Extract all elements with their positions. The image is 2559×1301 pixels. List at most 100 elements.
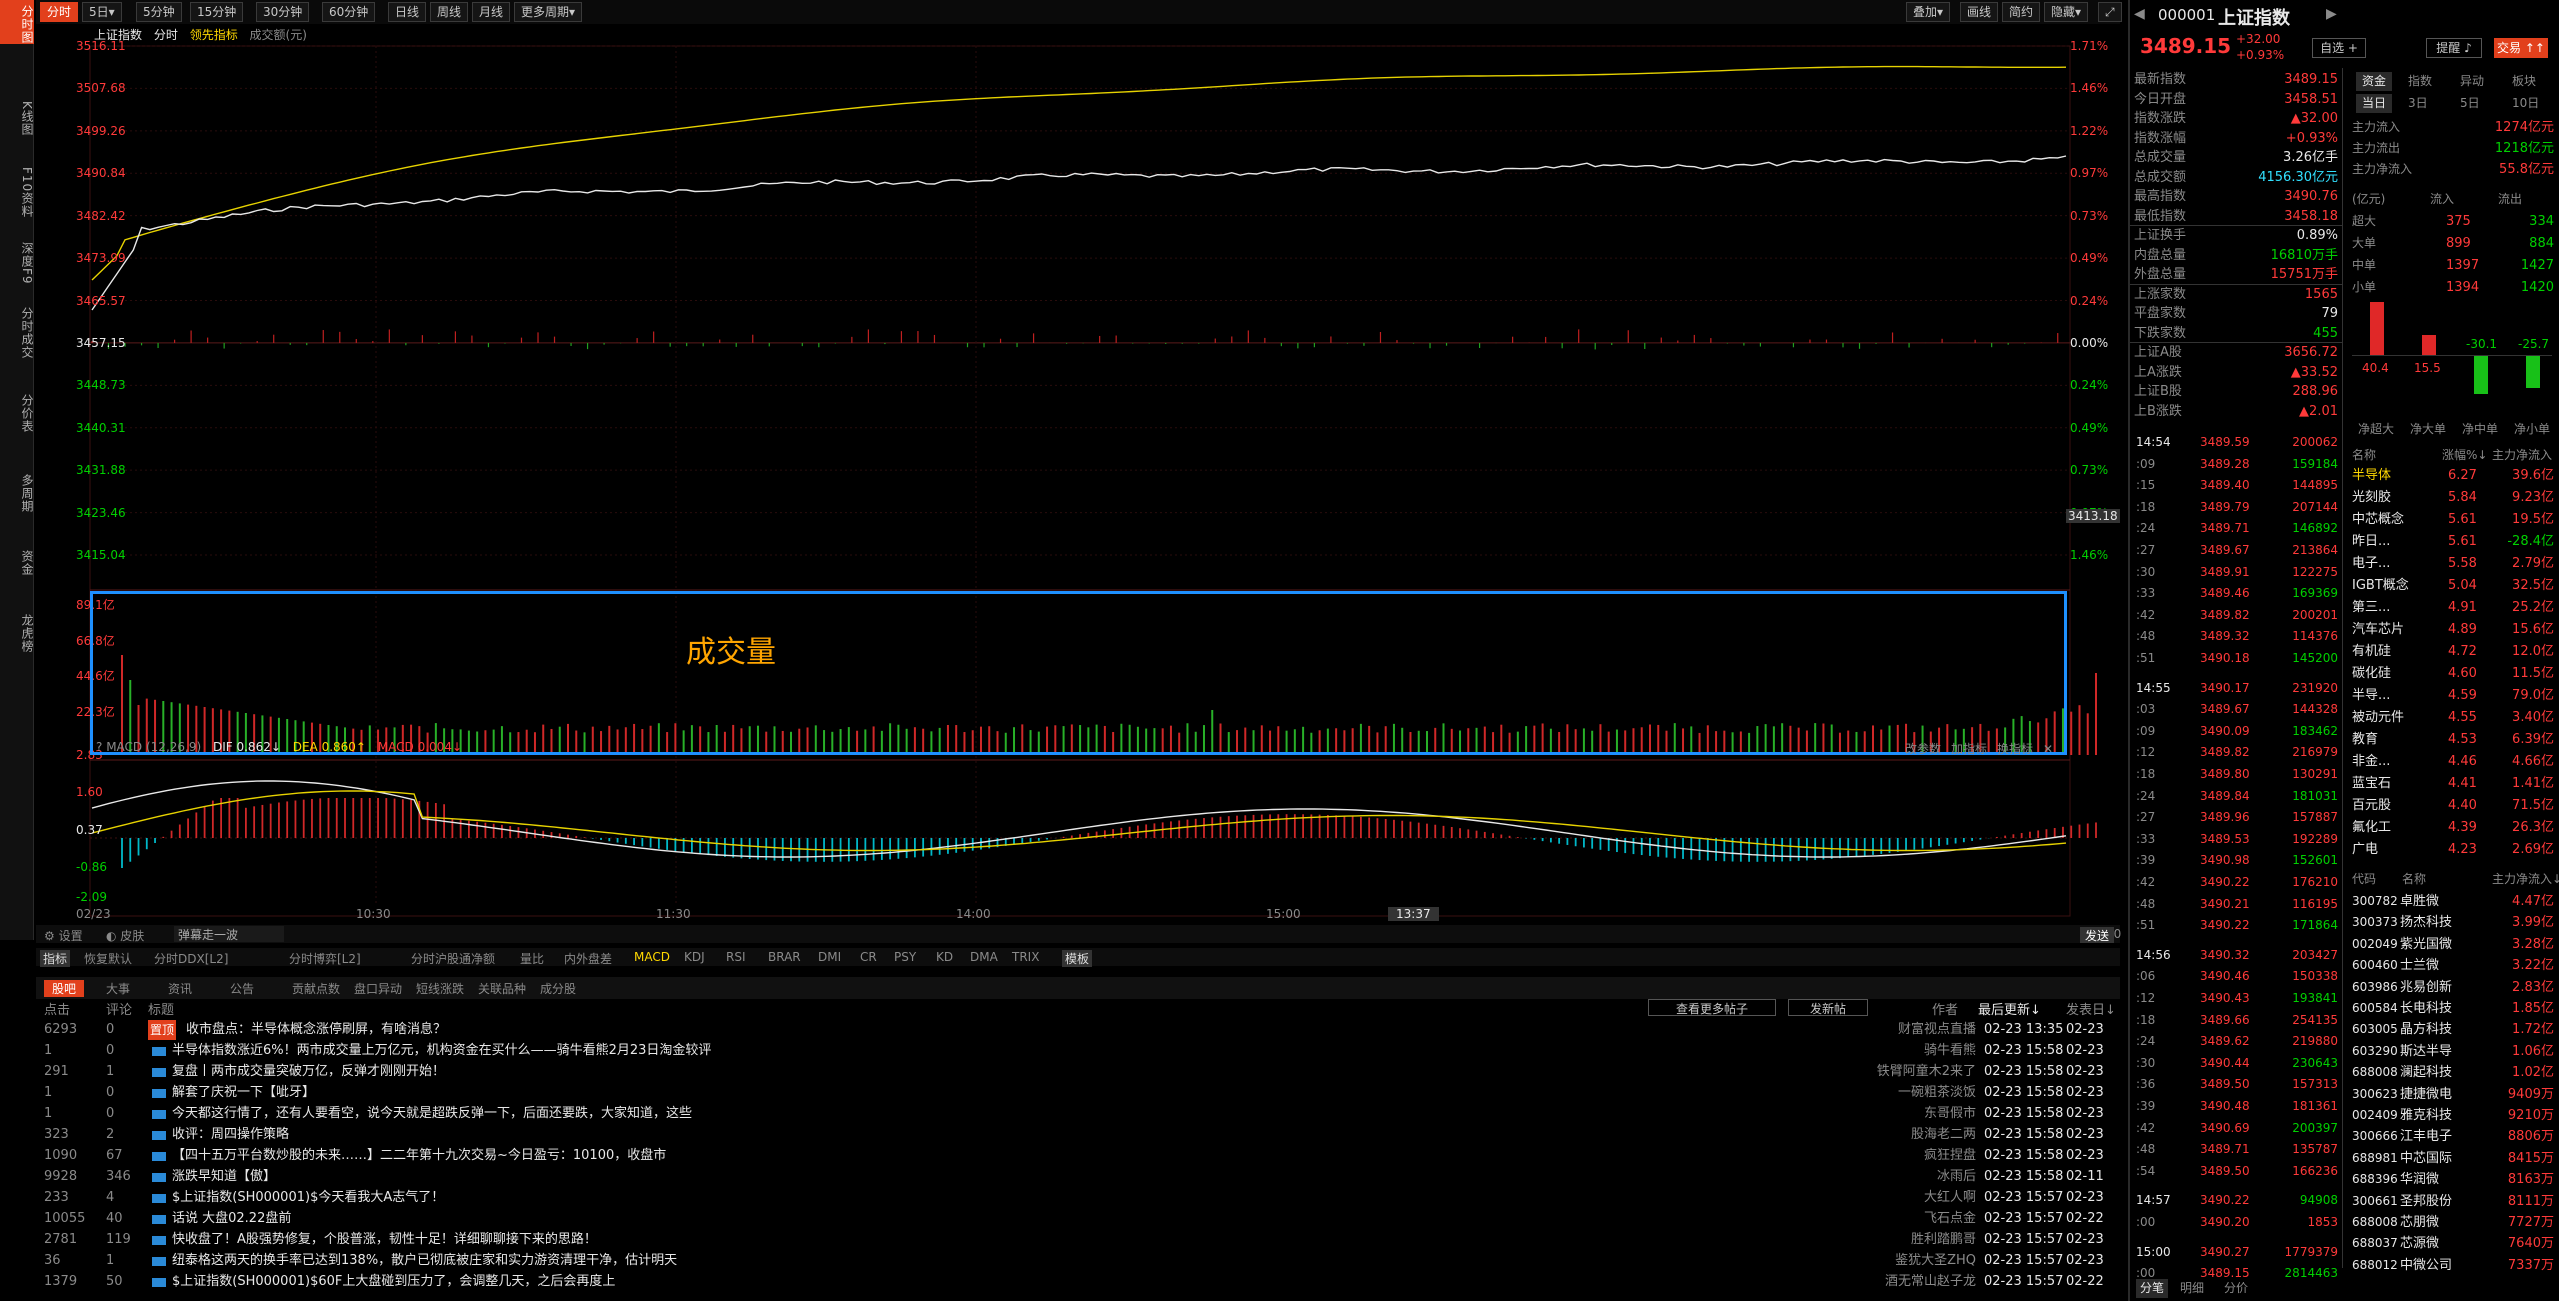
indicator-tab-9[interactable]: RSI: [726, 950, 746, 964]
news-col-date[interactable]: 发表日↓: [2066, 999, 2116, 1018]
news-row[interactable]: 1090 67 【四十五万平台数炒股的未来……】二二年第十九次交易~今日盈亏：10…: [36, 1146, 2120, 1166]
stock-name[interactable]: 卓胜微: [2400, 892, 2439, 911]
stock-code[interactable]: 300666: [2352, 1127, 2398, 1146]
indicator-tab-14[interactable]: KD: [936, 950, 953, 964]
news-author[interactable]: 酒无常山赵子龙: [1826, 1272, 1976, 1292]
sector-name[interactable]: IGBT概念: [2352, 576, 2409, 595]
next-arrow-icon[interactable]: ▶: [2326, 6, 2337, 22]
sector-name[interactable]: 半导...: [2352, 686, 2390, 705]
fund-tab-0[interactable]: 资金: [2356, 72, 2393, 91]
news-author[interactable]: 疯狂捏盘: [1826, 1146, 1976, 1166]
news-author[interactable]: 鉴犹大圣ZHQ: [1826, 1251, 1976, 1271]
stock-name[interactable]: 华润微: [2400, 1170, 2439, 1189]
news-row[interactable]: 1379 50 $上证指数(SH000001)$60F上大盘碰到压力了，会调整几天…: [36, 1272, 2120, 1292]
news-author[interactable]: 财富视点直播: [1826, 1020, 1976, 1040]
stock-name[interactable]: 中微公司: [2400, 1256, 2452, 1275]
sector-name[interactable]: 广电: [2352, 840, 2378, 859]
stock-code[interactable]: 688008: [2352, 1213, 2398, 1232]
news-title[interactable]: 【四十五万平台数炒股的未来……】二二年第十九次交易~今日盈亏：10100，收盘市: [172, 1146, 666, 1166]
indicator-tab-2[interactable]: 分时DDX[L2]: [154, 950, 228, 967]
news-title[interactable]: 涨跌早知道【傲】: [172, 1167, 276, 1187]
stock-code[interactable]: 688396: [2352, 1170, 2398, 1189]
stock-name[interactable]: 圣邦股份: [2400, 1192, 2452, 1211]
left-nav-8[interactable]: 龙虎榜: [0, 600, 34, 662]
sector-name[interactable]: 非金...: [2352, 752, 2390, 771]
news-row[interactable]: 9928 346 涨跌早知道【傲】 冰雨后 02-23 15:58 02-11: [36, 1167, 2120, 1187]
news-row[interactable]: 1 0 今天都这行情了，还有人要看空，说今天就是超跌反弹一下，后面还要跌，大家知道…: [36, 1104, 2120, 1124]
indicator-tab-12[interactable]: CR: [860, 950, 877, 964]
indicator-tab-15[interactable]: DMA: [970, 950, 998, 964]
indicator-tab-17[interactable]: 模板: [1062, 950, 1093, 967]
send-button[interactable]: 发送: [2080, 927, 2114, 943]
stock-code[interactable]: 002049: [2352, 935, 2398, 954]
stock-name[interactable]: 扬杰科技: [2400, 913, 2452, 932]
left-nav-1[interactable]: K线图: [0, 85, 34, 147]
news-tab-4[interactable]: 贡献点数: [292, 980, 340, 997]
macd-tool-2[interactable]: 换指标: [1997, 742, 2033, 756]
left-nav-4[interactable]: 分时成交: [0, 300, 34, 362]
stock-name[interactable]: 芯朋微: [2400, 1213, 2439, 1232]
fund-subtab-2[interactable]: 5日: [2460, 94, 2480, 113]
add-watchlist-button[interactable]: 自选 +: [2312, 38, 2366, 58]
sector-name[interactable]: 第三...: [2352, 598, 2390, 617]
news-tab-6[interactable]: 短线涨跌: [416, 980, 464, 997]
stock-code[interactable]: 688012: [2352, 1256, 2398, 1275]
news-row[interactable]: 10055 40 话说 大盘02.22盘前 飞石点金 02-23 15:57 02-22: [36, 1209, 2120, 1229]
sector-name[interactable]: 半导体: [2352, 466, 2391, 485]
left-nav-0[interactable]: 分时图: [0, 0, 34, 44]
indicator-tab-6[interactable]: 内外盘差: [564, 950, 612, 967]
macd-close-icon[interactable]: ✕: [2043, 742, 2053, 756]
news-row[interactable]: 6293 0 置顶 收市盘点：半导体概念涨停刷屏，有啥消息？ 财富视点直播 02-23 1…: [36, 1020, 2120, 1040]
tick-tab-2[interactable]: 分价: [2224, 1279, 2248, 1298]
stock-code[interactable]: 603986: [2352, 978, 2398, 997]
stock-name[interactable]: 晶方科技: [2400, 1020, 2452, 1039]
news-title[interactable]: 今天都这行情了，还有人要看空，说今天就是超跌反弹一下，后面还要跌，大家知道，这些: [172, 1104, 692, 1124]
indicator-tab-10[interactable]: BRAR: [768, 950, 801, 964]
macd-tool-1[interactable]: 加指标: [1951, 742, 1987, 756]
stock-name[interactable]: 芯源微: [2400, 1234, 2439, 1253]
sector-name[interactable]: 氟化工: [2352, 818, 2391, 837]
stock-code[interactable]: 300782: [2352, 892, 2398, 911]
fund-subtab-1[interactable]: 3日: [2408, 94, 2428, 113]
news-col-last[interactable]: 最后更新↓: [1978, 999, 2041, 1018]
stock-name[interactable]: 紫光国微: [2400, 935, 2452, 954]
left-nav-7[interactable]: 资金: [0, 530, 34, 592]
stock-code[interactable]: 603290: [2352, 1042, 2398, 1061]
news-tab-5[interactable]: 盘口异动: [354, 980, 402, 997]
news-author[interactable]: 冰雨后: [1826, 1167, 1976, 1187]
news-title[interactable]: 解套了庆祝一下【呲牙】: [172, 1083, 315, 1103]
left-nav-3[interactable]: 深度F9: [0, 230, 34, 292]
stock-code[interactable]: 688008: [2352, 1063, 2398, 1082]
stock-code[interactable]: 300623: [2352, 1085, 2398, 1104]
news-row[interactable]: 2781 119 快收盘了！A股强势修复，个股普涨，韧性十足！详细聊聊接下来的思路…: [36, 1230, 2120, 1250]
news-title[interactable]: 纽泰格这两天的换手率已达到138%，散户已彻底被庄家和实力游资清理干净，估计明天: [172, 1251, 677, 1271]
stock-name[interactable]: 长电科技: [2400, 999, 2452, 1018]
news-author[interactable]: 大红人啊: [1826, 1188, 1976, 1208]
news-tab-0[interactable]: 股吧: [44, 980, 85, 997]
news-author[interactable]: 骑牛看熊: [1826, 1041, 1976, 1061]
news-row[interactable]: 323 2 收评：周四操作策略 股海老二两 02-23 15:58 02-23: [36, 1125, 2120, 1145]
sector-name[interactable]: 昨日...: [2352, 532, 2390, 551]
news-title[interactable]: 复盘丨两市成交量突破万亿，反弹才刚刚开始！: [172, 1062, 445, 1082]
stock-code[interactable]: 300661: [2352, 1192, 2398, 1211]
indicator-tab-3[interactable]: 分时博弈[L2]: [289, 950, 361, 967]
news-tab-3[interactable]: 公告: [230, 980, 254, 997]
fund-tab-1[interactable]: 指数: [2408, 72, 2432, 91]
news-tab-1[interactable]: 大事: [106, 980, 130, 997]
indicator-tab-8[interactable]: KDJ: [684, 950, 705, 964]
stock-code[interactable]: 300373: [2352, 913, 2398, 932]
news-title[interactable]: 收市盘点：半导体概念涨停刷屏，有啥消息？: [186, 1020, 446, 1040]
fund-tab-2[interactable]: 异动: [2460, 72, 2484, 91]
news-author[interactable]: 铁臂阿童木2来了: [1826, 1062, 1976, 1082]
sector-name[interactable]: 教育: [2352, 730, 2378, 749]
sector-name[interactable]: 光刻胶: [2352, 488, 2391, 507]
stock-name[interactable]: 兆易创新: [2400, 978, 2452, 997]
news-title[interactable]: $上证指数(SH000001)$今天看我大A志气了！: [172, 1188, 444, 1208]
indicator-tab-7[interactable]: MACD: [634, 950, 670, 964]
stock-name[interactable]: 雅克科技: [2400, 1106, 2452, 1125]
stock-code[interactable]: 688037: [2352, 1234, 2398, 1253]
news-author[interactable]: 一碗粗茶淡饭: [1826, 1083, 1976, 1103]
fund-subtab-0[interactable]: 当日: [2356, 94, 2393, 113]
fund-subtab-3[interactable]: 10日: [2512, 94, 2539, 113]
stock-name[interactable]: 澜起科技: [2400, 1063, 2452, 1082]
